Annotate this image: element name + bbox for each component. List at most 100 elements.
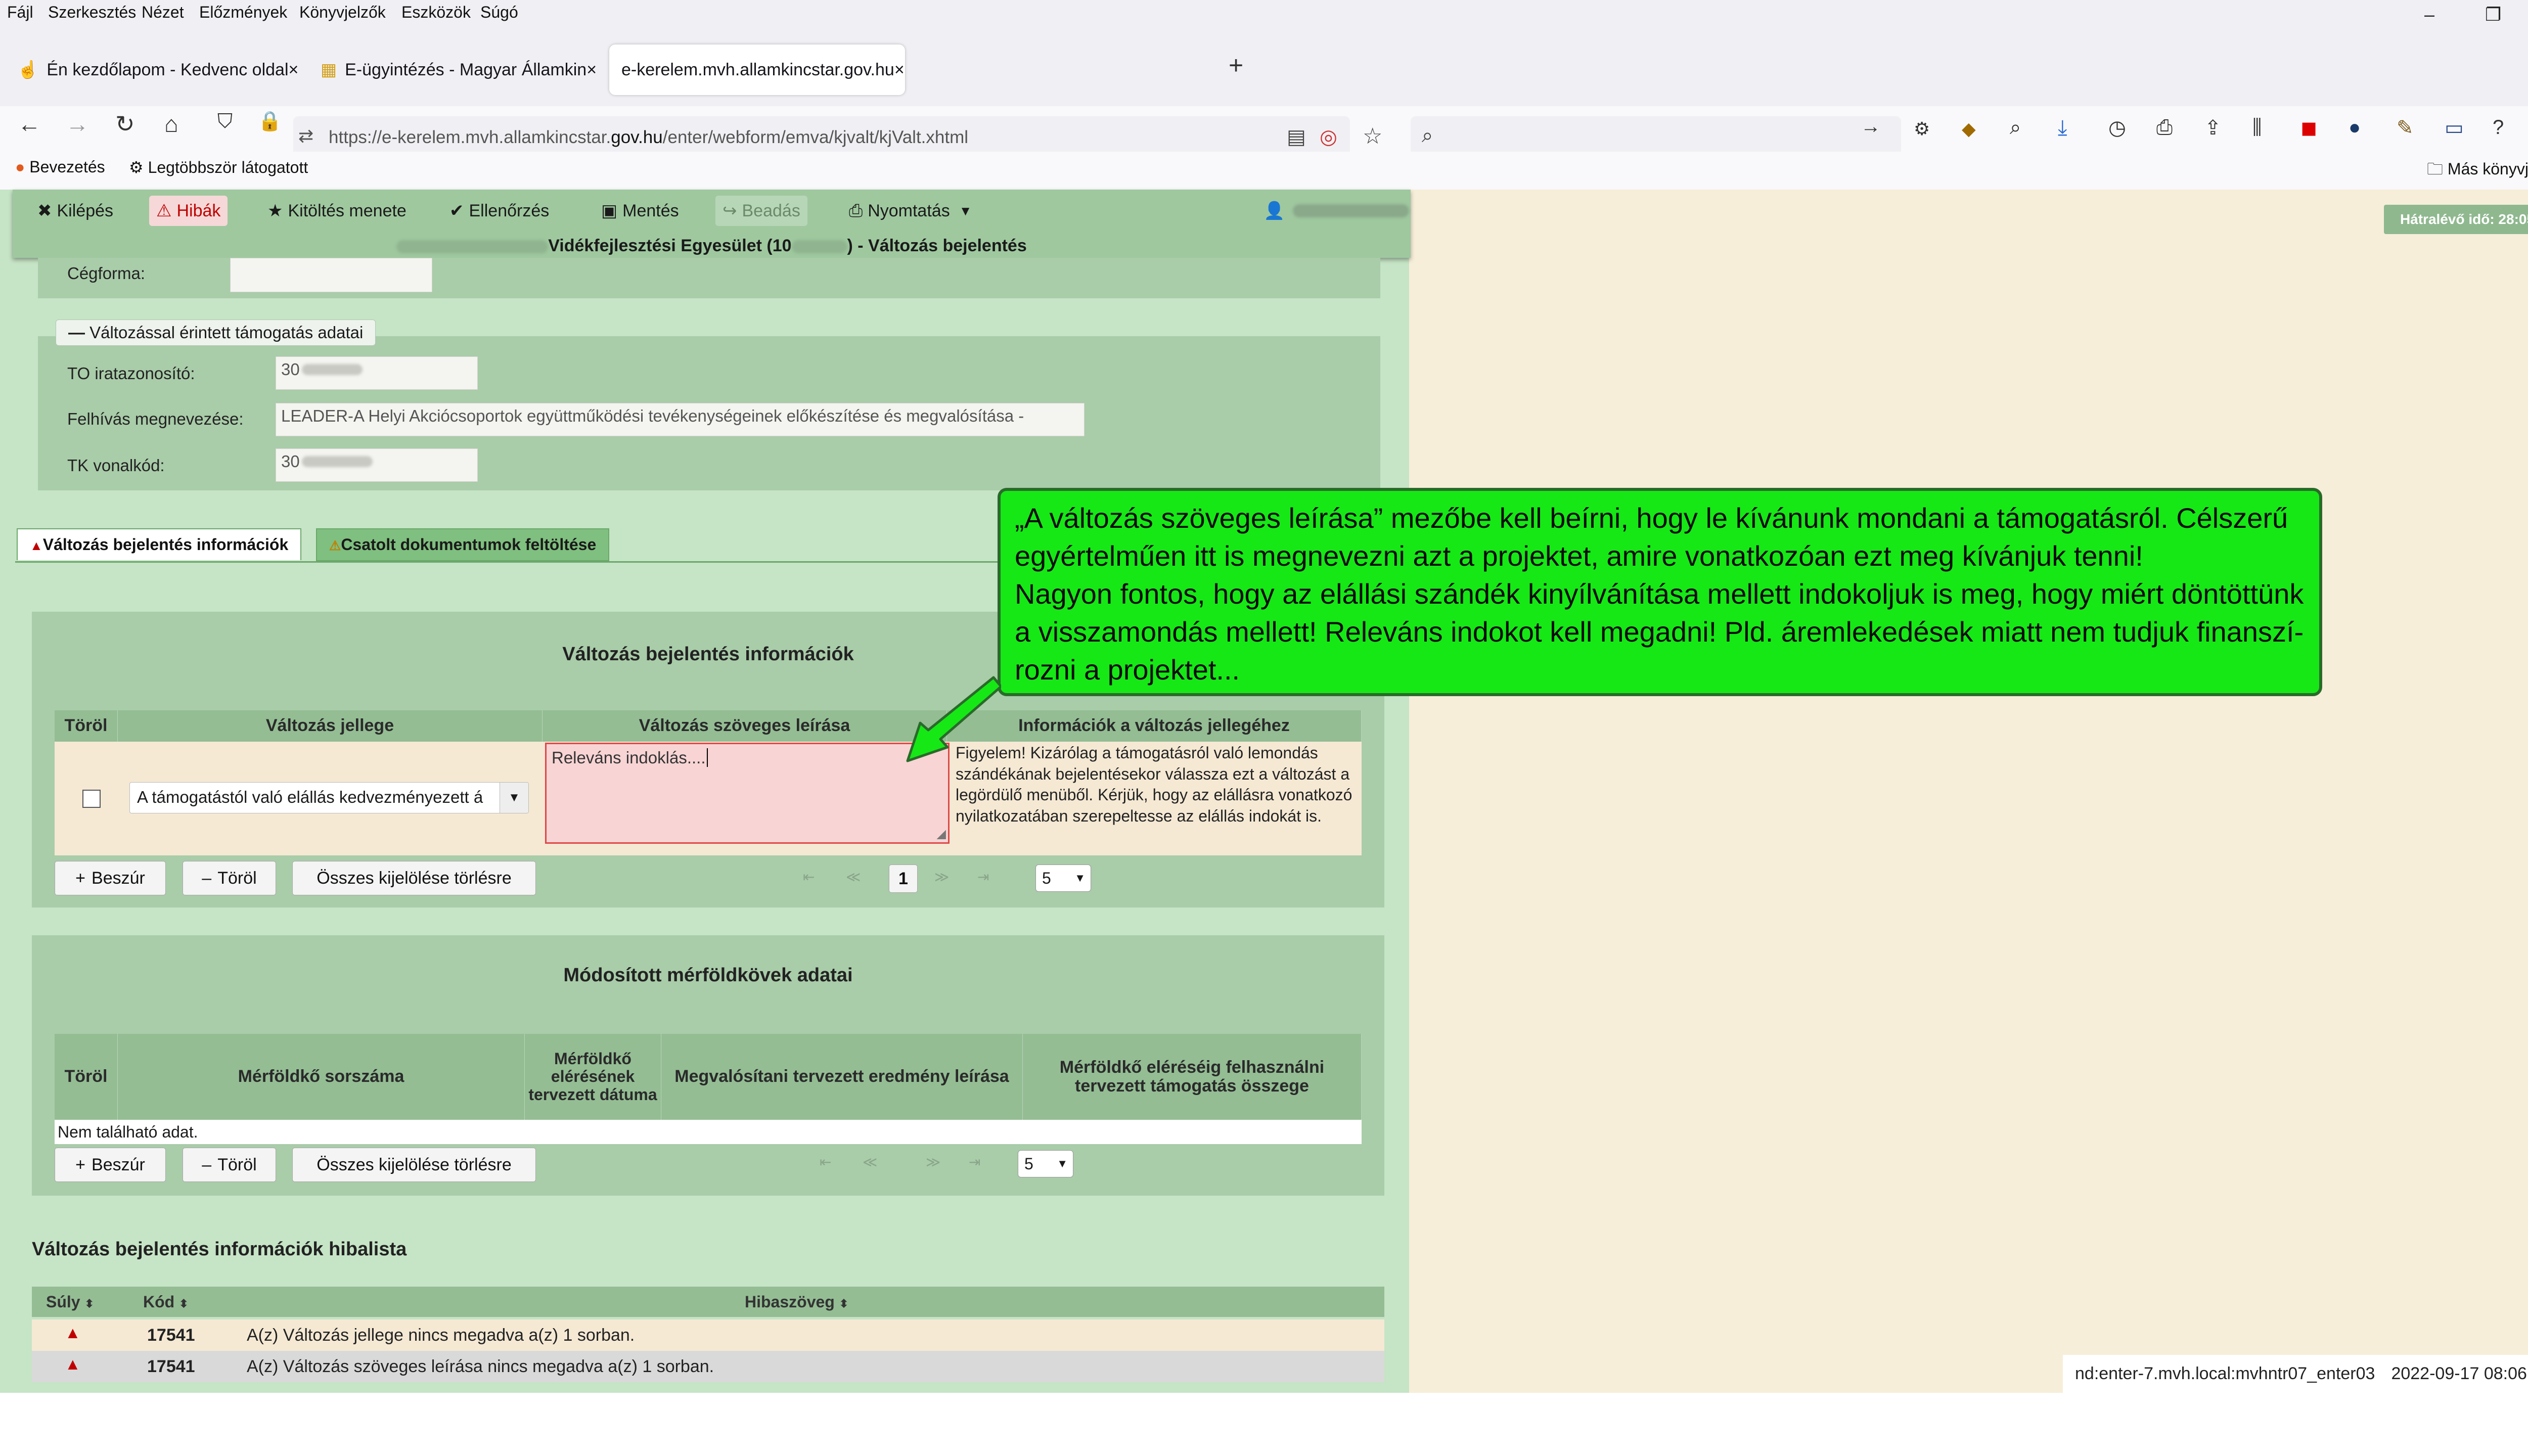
help-icon[interactable]: ?: [2493, 116, 2504, 139]
menu-tools[interactable]: Eszközök: [401, 3, 471, 22]
per-page-select[interactable]: 5 ▼: [1018, 1150, 1073, 1177]
home-icon[interactable]: ⌂: [164, 110, 178, 138]
next-page-icon[interactable]: ≫: [926, 1154, 940, 1170]
last-page-icon[interactable]: ⇥: [977, 869, 989, 885]
chevron-down-icon: ▼: [1074, 872, 1086, 884]
forward-icon[interactable]: →: [66, 110, 89, 138]
menu-view[interactable]: Nézet: [142, 3, 184, 22]
chevron-down-icon: ▼: [959, 203, 972, 218]
sort-icon: ⬍: [84, 1297, 94, 1310]
nyomtatas-button[interactable]: ⎙ Nyomtatás ▼: [842, 196, 979, 226]
col-merfoldko-sorszama: Mérföldkő sorszáma: [118, 1034, 525, 1120]
prev-page-icon[interactable]: ≪: [863, 1154, 877, 1170]
zoom-icon[interactable]: ⌕: [2010, 116, 2021, 139]
tab-home[interactable]: ☝ Én kezdőlapom - Kedvenc oldal ×: [5, 44, 303, 95]
col-eredmeny-leiras: Megvalósítani tervezett eredmény leírása: [661, 1034, 1023, 1120]
last-page-icon[interactable]: ⇥: [969, 1154, 980, 1170]
beszur-button[interactable]: + Beszúr: [55, 1148, 166, 1182]
shield-icon[interactable]: ⛉: [217, 110, 233, 133]
osszes-kijelolese-button[interactable]: Összes kijelölése törlésre: [292, 861, 536, 895]
fieldset-legend[interactable]: — Változással érintett támogatás adatai: [56, 320, 376, 346]
reader-icon[interactable]: ▤: [1287, 125, 1306, 149]
back-icon[interactable]: ←: [18, 110, 41, 138]
reload-icon[interactable]: ↻: [115, 110, 135, 138]
resize-handle-icon[interactable]: ◢: [937, 827, 946, 841]
tab-eugyintezes[interactable]: ▦ E-ügyintézés - Magyar Államkin ×: [308, 44, 597, 95]
url-text[interactable]: https://e-kerelem.mvh.allamkincstar.gov.…: [329, 127, 968, 148]
extension-icon-4[interactable]: ▭: [2445, 116, 2464, 140]
col-hibaszoveg[interactable]: Hibaszöveg ⬍: [745, 1293, 848, 1311]
history-icon[interactable]: ◷: [2108, 116, 2126, 140]
error-list-title: Változás bejelentés információk hibalist…: [32, 1239, 407, 1260]
error-code: 17541: [147, 1357, 195, 1376]
share-icon[interactable]: ⇪: [2204, 116, 2222, 140]
szoveges-leiras-textarea[interactable]: Releváns indoklás.... ◢: [545, 743, 950, 844]
menu-bookmarks[interactable]: Könyvjelzők: [299, 3, 386, 22]
extension-icon-1[interactable]: ⚙: [1914, 118, 1930, 140]
valtozas-jellege-select[interactable]: A támogatástól való elállás kedvezményez…: [129, 782, 529, 813]
star-icon[interactable]: ☆: [1363, 123, 1382, 149]
hibak-button[interactable]: ⚠ Hibák: [149, 196, 228, 226]
error-row[interactable]: ▲ 17541 A(z) Változás jellege nincs mega…: [32, 1320, 1384, 1351]
error-code: 17541: [147, 1326, 195, 1345]
error-row[interactable]: ▲ 17541 A(z) Változás szöveges leírása n…: [32, 1351, 1384, 1382]
library-icon[interactable]: ⫼: [2252, 116, 2262, 139]
delete-checkbox[interactable]: [82, 790, 101, 808]
tab-valtozas-info[interactable]: ▲Változás bejelentés információk: [17, 528, 302, 560]
osszes-kijelolese-button[interactable]: Összes kijelölése törlésre: [292, 1148, 536, 1182]
bookmark-legtobbszor[interactable]: ⚙ Legtöbbször látogatott: [129, 158, 308, 177]
restore-icon[interactable]: ❐: [2485, 4, 2501, 25]
minimize-icon[interactable]: –: [2424, 4, 2434, 25]
next-page-icon[interactable]: ≫: [934, 869, 949, 885]
mentes-button[interactable]: ▣ Mentés: [594, 196, 686, 226]
beadas-button[interactable]: ↪ Beadás: [715, 196, 807, 226]
extension-icon-3[interactable]: ✎: [2397, 116, 2414, 140]
server-time: 2022-09-17 08:06:37: [2391, 1364, 2528, 1383]
sort-icon: ⬍: [839, 1297, 849, 1310]
plus-icon: +: [75, 868, 86, 888]
menu-edit[interactable]: Szerkesztés: [48, 3, 136, 22]
tab-bar: ☝ Én kezdőlapom - Kedvenc oldal × ▦ E-üg…: [0, 30, 2528, 106]
firefox-icon: ●: [15, 158, 25, 176]
ellenorzes-button[interactable]: ✔ Ellenőrzés: [442, 196, 556, 226]
tab-csatolt-dokumentumok[interactable]: ⚠Csatolt dokumentumok feltöltése: [316, 528, 610, 561]
first-page-icon[interactable]: ⇤: [803, 869, 815, 885]
per-page-select[interactable]: 5 ▼: [1035, 864, 1091, 892]
bookmark-bevezetes[interactable]: ● Bevezetés: [15, 158, 105, 176]
tab-ekerelem[interactable]: e-kerelem.mvh.allamkincstar.gov.hu ×: [609, 44, 905, 95]
kitoltes-menete-button[interactable]: ★ Kitöltés menete: [260, 196, 414, 226]
account-icon[interactable]: ●: [2349, 116, 2361, 139]
beszur-button[interactable]: + Beszúr: [55, 861, 166, 895]
menu-help[interactable]: Súgó: [480, 3, 518, 22]
page-number[interactable]: 1: [889, 864, 918, 893]
first-page-icon[interactable]: ⇤: [820, 1154, 831, 1170]
check-icon: ✔: [449, 201, 464, 220]
plus-icon: +: [75, 1155, 86, 1174]
extension-icon-2[interactable]: ◆: [1962, 118, 1976, 140]
cegforma-field[interactable]: [230, 258, 432, 292]
col-suly[interactable]: Súly ⬍: [46, 1293, 94, 1311]
collapse-icon[interactable]: —: [68, 323, 85, 342]
torol-button[interactable]: – Töröl: [183, 861, 276, 895]
go-icon[interactable]: →: [1861, 115, 1881, 138]
close-tab-icon[interactable]: ×: [289, 60, 299, 80]
addon-icon[interactable]: ◎: [1320, 125, 1337, 149]
download-icon[interactable]: ⤓: [2058, 115, 2067, 140]
menu-history[interactable]: Előzmények: [199, 3, 287, 22]
col-kod[interactable]: Kód ⬍: [143, 1293, 189, 1311]
close-tab-icon[interactable]: ×: [894, 60, 905, 80]
menu-file[interactable]: Fájl: [7, 3, 33, 22]
kilepes-button[interactable]: ✖ Kilépés: [30, 196, 120, 226]
print-icon[interactable]: ⎙: [2156, 116, 2173, 139]
prev-page-icon[interactable]: ≪: [846, 869, 861, 885]
chevron-down-icon[interactable]: ▼: [500, 783, 528, 813]
new-tab-button[interactable]: +: [1229, 51, 1243, 80]
lock-icon[interactable]: 🔒: [258, 110, 282, 132]
bookmark-other[interactable]: 🗀 Más könyvjelzők: [2427, 158, 2528, 185]
torol-button[interactable]: – Töröl: [183, 1148, 276, 1182]
server-host: nd:enter-7.mvh.local:mvhntr07_enter03: [2075, 1364, 2375, 1383]
close-tab-icon[interactable]: ×: [586, 60, 597, 80]
permissions-icon[interactable]: ⇄: [298, 125, 313, 147]
page-title: Vidékfejlesztési Egyesület (10) - Változ…: [13, 236, 1411, 256]
pdf-icon[interactable]: ◼: [2300, 116, 2317, 140]
